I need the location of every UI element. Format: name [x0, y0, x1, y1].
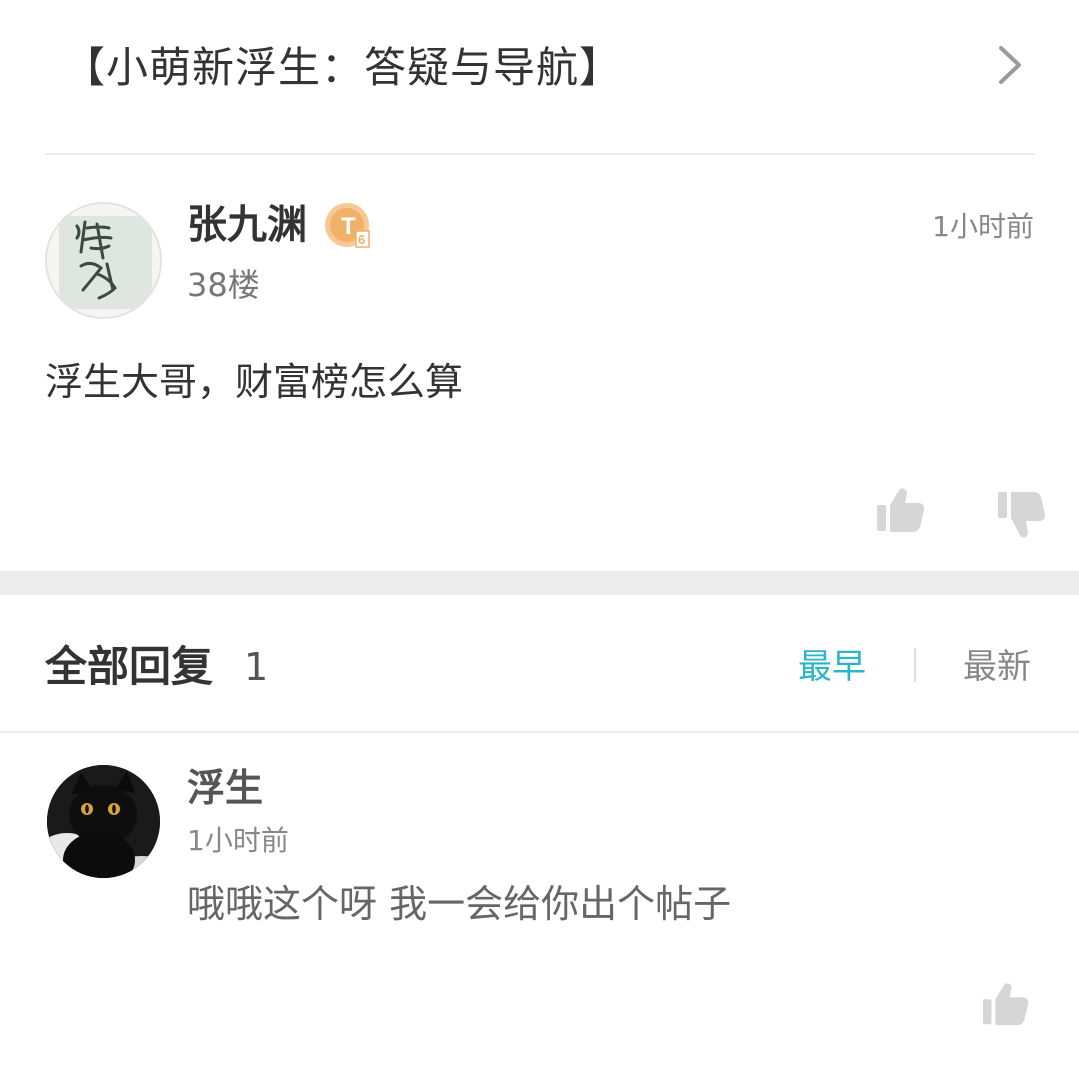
thread-title: 【小萌新浮生：答疑与导航】 [63, 43, 623, 92]
thumbs-up-icon[interactable] [980, 979, 1030, 1029]
post-floor: 38楼 [187, 266, 260, 304]
chevron-right-icon[interactable] [989, 40, 1029, 90]
thumbs-down-icon[interactable] [995, 489, 1047, 541]
thumbs-up-icon[interactable] [874, 485, 926, 535]
post-card: 张九渊 T 6 38楼 1小时前 浮生大哥，财富榜怎么算 [0, 157, 1079, 571]
thread-detail-page: 【小萌新浮生：答疑与导航】 张九渊 T 6 38楼 1小时前 浮生大哥，财富榜怎… [0, 0, 1079, 1065]
reply-content: 哦哦这个呀 我一会给你出个帖子 [187, 882, 732, 926]
section-divider [0, 571, 1079, 595]
user-avatar[interactable] [45, 202, 162, 319]
sort-latest-tab[interactable]: 最新 [963, 643, 1031, 691]
svg-text:T: T [341, 213, 356, 240]
sort-separator [914, 648, 916, 682]
post-username[interactable]: 张九渊 [187, 199, 307, 251]
calligraphy-avatar-icon [47, 204, 160, 317]
black-cat-avatar-icon [47, 765, 160, 878]
reply-time: 1小时前 [187, 824, 289, 857]
replies-count: 1 [244, 645, 269, 689]
level-badge-icon: T 6 [325, 203, 370, 248]
reply-avatar[interactable] [47, 765, 160, 878]
reply-username[interactable]: 浮生 [187, 763, 263, 813]
post-content: 浮生大哥，财富榜怎么算 [45, 360, 464, 404]
reply-item: 浮生 1小时前 哦哦这个呀 我一会给你出个帖子 [0, 733, 1079, 1065]
replies-header: 全部回复 1 最早 最新 [0, 595, 1079, 733]
sort-earliest-tab[interactable]: 最早 [798, 643, 866, 691]
replies-title: 全部回复 [45, 642, 214, 691]
svg-text:6: 6 [358, 232, 365, 247]
thread-title-bar[interactable]: 【小萌新浮生：答疑与导航】 [45, 0, 1035, 155]
post-time: 1小时前 [932, 210, 1034, 243]
